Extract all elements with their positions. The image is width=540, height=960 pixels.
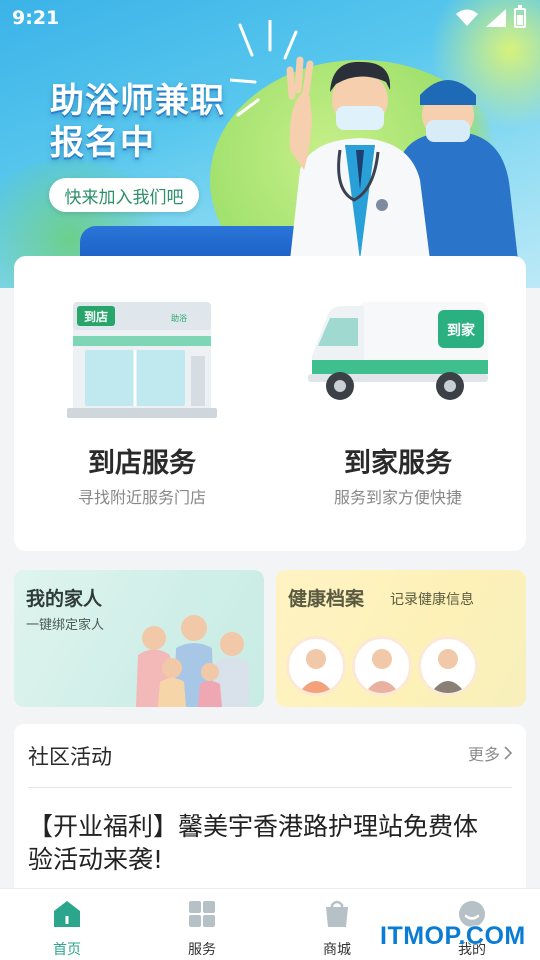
family-subtitle: 一键绑定家人	[26, 618, 105, 633]
section-title: 社区活动	[28, 745, 112, 769]
community-activities-section: 社区活动 更多 【开业福利】馨美宇香港路护理站免费体验活动来袭!	[14, 724, 526, 904]
divider	[28, 787, 512, 788]
avatar	[352, 636, 412, 696]
avatar	[286, 636, 346, 696]
storefront-subsign: 助浴	[171, 313, 187, 323]
family-title: 我的家人	[26, 588, 103, 610]
status-time: 9:21	[12, 7, 60, 29]
chevron-right-icon	[504, 746, 512, 760]
tab-label: 首页	[53, 942, 81, 958]
status-icons	[456, 5, 526, 28]
health-subtitle: 记录健康信息	[390, 592, 474, 608]
more-link[interactable]: 更多	[468, 741, 512, 765]
health-record-card[interactable]: 健康档案 记录健康信息	[276, 570, 526, 707]
health-title: 健康档案	[288, 588, 365, 610]
service-title: 到家服务	[344, 448, 452, 479]
service-subtitle: 寻找附近服务门店	[77, 488, 206, 507]
tab-service[interactable]: 服务	[152, 899, 252, 958]
join-us-button[interactable]: 快来加入我们吧	[49, 178, 199, 212]
my-family-card[interactable]: 我的家人 一键绑定家人	[14, 570, 264, 707]
more-label: 更多	[467, 745, 500, 764]
site-watermark: ITMOP.COM	[380, 922, 526, 950]
tab-label: 服务	[188, 942, 216, 958]
banner-title: 助浴师兼职 报名中	[50, 80, 225, 164]
battery-icon	[514, 5, 526, 28]
avatar	[418, 636, 478, 696]
tab-home[interactable]: 首页	[17, 899, 117, 958]
service-card: 到店 助浴 到店服务 寻找附近服务门店 到家 到家服务 服务到家方便快捷	[14, 256, 526, 551]
grid-icon	[189, 901, 215, 927]
storefront-icon: 到店 助浴	[67, 302, 217, 418]
service-title: 到店服务	[88, 448, 196, 479]
tab-label: 商城	[323, 942, 351, 958]
elderly-avatars	[286, 636, 478, 696]
signal-icon	[486, 9, 506, 27]
doctors-illustration	[286, 56, 518, 260]
home-service[interactable]: 到家 到家服务 服务到家方便快捷	[270, 256, 526, 551]
van-sign: 到家	[447, 322, 476, 339]
status-bar: 9:21	[0, 0, 540, 36]
storefront-sign: 到店	[84, 309, 108, 324]
ambulance-van-icon: 到家	[308, 302, 488, 400]
service-subtitle: 服务到家方便快捷	[333, 488, 462, 507]
activity-article-link[interactable]: 【开业福利】馨美宇香港路护理站免费体验活动来袭!	[28, 810, 502, 876]
home-icon	[54, 901, 80, 927]
tab-mall[interactable]: 商城	[287, 899, 387, 958]
in-store-service[interactable]: 到店 助浴 到店服务 寻找附近服务门店	[14, 256, 270, 551]
shopping-bag-icon	[326, 900, 348, 927]
banner-title-line: 助浴师兼职	[50, 81, 225, 121]
family-photo-illustration	[136, 615, 250, 707]
wifi-icon	[456, 9, 478, 26]
banner-title-line: 报名中	[50, 123, 155, 163]
